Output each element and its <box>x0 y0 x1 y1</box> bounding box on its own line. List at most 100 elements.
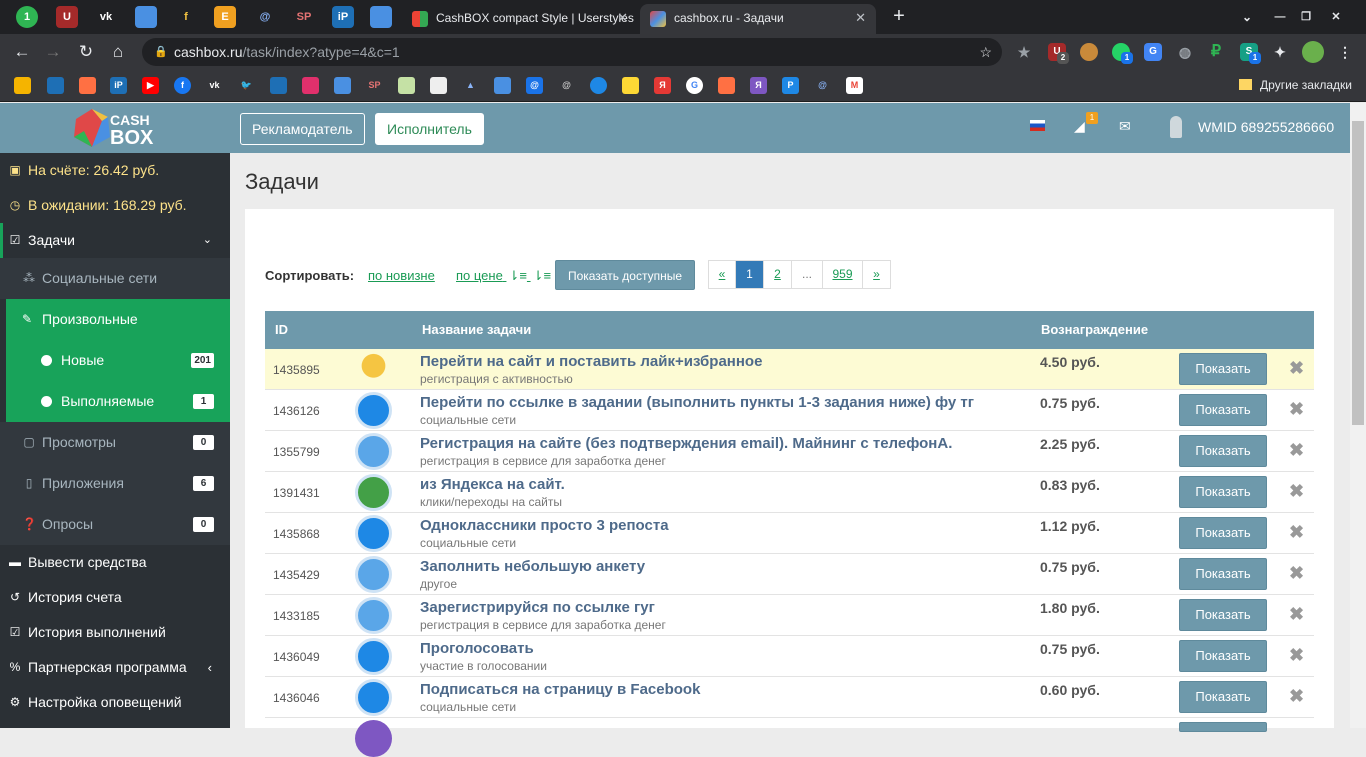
ext-cookie-icon[interactable] <box>1080 43 1098 61</box>
bookmark-18[interactable]: @ <box>558 77 575 94</box>
sidebar-item-tasks[interactable]: ☑ Задачи ⌄ <box>0 223 230 258</box>
pinned-tab-1[interactable]: 1 <box>16 6 38 28</box>
profile-avatar[interactable] <box>1302 41 1324 63</box>
show-task-button[interactable]: Показать <box>1179 353 1267 385</box>
hide-task-icon[interactable]: ✖ <box>1289 440 1304 461</box>
bookmark-17[interactable]: @ <box>526 77 543 94</box>
performer-button[interactable]: Исполнитель <box>375 113 484 145</box>
show-task-button[interactable]: Показать <box>1179 640 1267 672</box>
new-tab-button[interactable]: + <box>888 5 910 27</box>
pager-page-2[interactable]: 2 <box>764 261 792 288</box>
bookmark-16[interactable] <box>494 77 511 94</box>
tab-search-icon[interactable]: ⌄ <box>1236 6 1258 28</box>
sidebar-balance[interactable]: ▣ На счёте: 26.42 руб. <box>0 153 230 188</box>
sidebar-item-account-history[interactable]: ↺ История счета <box>0 580 230 615</box>
pager-next[interactable]: » <box>863 261 890 288</box>
show-task-button[interactable]: Показать <box>1179 599 1267 631</box>
sort-by-new-link[interactable]: по новизне <box>368 268 435 283</box>
reload-icon[interactable]: ↻ <box>75 41 97 63</box>
task-title[interactable]: Заполнить небольшую анкету <box>420 558 645 575</box>
task-title[interactable]: Подписаться на страницу в Facebook <box>420 681 700 698</box>
sidebar-item-apps[interactable]: ▯ Приложения 6 <box>0 463 230 504</box>
bookmark-24[interactable]: Я <box>750 77 767 94</box>
mail-icon[interactable]: ✉ <box>1119 118 1131 135</box>
hide-task-icon[interactable]: ✖ <box>1289 399 1304 420</box>
sidebar-item-in-progress[interactable]: Выполняемые 1 <box>6 381 230 422</box>
user-avatar-icon[interactable] <box>1170 116 1182 138</box>
show-task-button[interactable]: Показать <box>1179 476 1267 508</box>
sidebar-item-views[interactable]: ▢ Просмотры 0 <box>0 422 230 463</box>
bookmark-9[interactable] <box>270 77 287 94</box>
hide-task-icon[interactable]: ✖ <box>1289 522 1304 543</box>
back-icon[interactable]: ← <box>11 41 33 63</box>
task-title[interactable]: из Яндекса на сайт. <box>420 476 565 493</box>
scrollbar-thumb[interactable] <box>1352 121 1364 425</box>
pinned-tab-vk[interactable]: vk <box>95 6 117 28</box>
pinned-tab-9[interactable]: iP <box>332 6 354 28</box>
pinned-tab-5[interactable]: f <box>175 6 197 28</box>
bookmark-20[interactable] <box>622 77 639 94</box>
show-task-button[interactable]: Показать <box>1179 435 1267 467</box>
ext-globe-icon[interactable]: ◍ <box>1176 43 1194 61</box>
bookmark-15[interactable]: ▲ <box>462 77 479 94</box>
bookmark-11[interactable] <box>334 77 351 94</box>
show-task-button[interactable]: Показать <box>1179 517 1267 549</box>
hide-task-icon[interactable]: ✖ <box>1289 604 1304 625</box>
sidebar-item-partner[interactable]: % Партнерская программа ‹ <box>0 650 230 685</box>
bookmark-yandex[interactable]: Я <box>654 77 671 94</box>
hide-task-icon[interactable]: ✖ <box>1289 481 1304 502</box>
bookmark-gmail[interactable]: M <box>846 77 863 94</box>
bookmark-14[interactable] <box>430 77 447 94</box>
ext-translate-icon[interactable]: G <box>1144 43 1162 61</box>
bookmark-3[interactable] <box>79 77 96 94</box>
bookmark-google[interactable]: G <box>686 77 703 94</box>
tab-close-icon[interactable]: ✕ <box>617 4 628 32</box>
hide-task-icon[interactable]: ✖ <box>1289 645 1304 666</box>
task-title[interactable]: Зарегистрируйся по ссылке гуг <box>420 599 655 616</box>
ext-ruble-icon[interactable]: ₽ <box>1207 43 1225 61</box>
task-title[interactable]: Перейти по ссылке в задании (выполнить п… <box>420 394 974 411</box>
tab-userstyles[interactable]: CashBOX compact Style | Userstyles ✕ <box>402 4 638 34</box>
task-title[interactable]: Перейти на сайт и поставить лайк+избранн… <box>420 353 762 370</box>
pinned-tab-7[interactable]: @ <box>254 6 276 28</box>
window-close-icon[interactable]: ✕ <box>1325 6 1347 28</box>
bookmark-facebook[interactable]: f <box>174 77 191 94</box>
pager-prev[interactable]: « <box>709 261 736 288</box>
show-task-button[interactable]: Показать <box>1179 394 1267 426</box>
task-title[interactable]: Одноклассники просто 3 репоста <box>420 517 669 534</box>
pager-page-1[interactable]: 1 <box>736 261 764 288</box>
bookmark-star-icon[interactable]: ☆ <box>979 38 992 66</box>
home-icon[interactable]: ⌂ <box>107 41 129 63</box>
bookmark-19[interactable] <box>590 77 607 94</box>
show-task-button[interactable]: Показать <box>1179 681 1267 713</box>
bookmark-23[interactable] <box>718 77 735 94</box>
language-flag-icon[interactable] <box>1030 120 1045 131</box>
sidebar-item-notifications[interactable]: ⚙ Настройка оповещений <box>0 685 230 720</box>
bookmark-2[interactable] <box>47 77 64 94</box>
hide-task-icon[interactable]: ✖ <box>1289 686 1304 707</box>
sort-by-price-link[interactable]: по цене ⇂≡ ⇂≡ <box>456 268 551 284</box>
extensions-puzzle-icon[interactable]: ✦ <box>1271 43 1289 61</box>
pager-page-last[interactable]: 959 <box>823 261 863 288</box>
bookmark-youtube[interactable]: ▶ <box>142 77 159 94</box>
hide-task-icon[interactable]: ✖ <box>1289 563 1304 584</box>
bookmark-4[interactable]: iP <box>110 77 127 94</box>
sidebar-pending[interactable]: ◷ В ожидании: 168.29 руб. <box>0 188 230 223</box>
tab-cashbox-active[interactable]: cashbox.ru - Задачи ✕ <box>640 4 876 34</box>
pinned-tab-8[interactable]: SP <box>293 6 315 28</box>
bookmark-25[interactable]: P <box>782 77 799 94</box>
wmid-label[interactable]: WMID 689255286660 <box>1198 119 1334 135</box>
bookmark-twitter[interactable]: 🐦 <box>238 77 255 94</box>
page-scrollbar[interactable] <box>1350 103 1366 728</box>
bookmark-vk[interactable]: vk <box>206 77 223 94</box>
bookmark-12[interactable]: SP <box>366 77 383 94</box>
show-task-button[interactable]: Показать <box>1179 558 1267 590</box>
advertiser-button[interactable]: Рекламодатель <box>240 113 365 145</box>
bookmark-13[interactable] <box>398 77 415 94</box>
sidebar-item-withdraw[interactable]: ▬ Вывести средства <box>0 545 230 580</box>
rss-icon[interactable]: ◢ <box>1074 118 1085 135</box>
pinned-tab-4[interactable] <box>135 6 157 28</box>
task-title[interactable]: Регистрация на сайте (без подтверждения … <box>420 435 952 452</box>
sidebar-item-new[interactable]: Новые 201 <box>6 340 230 381</box>
address-bar[interactable]: 🔒 cashbox.ru/task/index?atype=4&c=1 ☆ <box>142 38 1002 66</box>
